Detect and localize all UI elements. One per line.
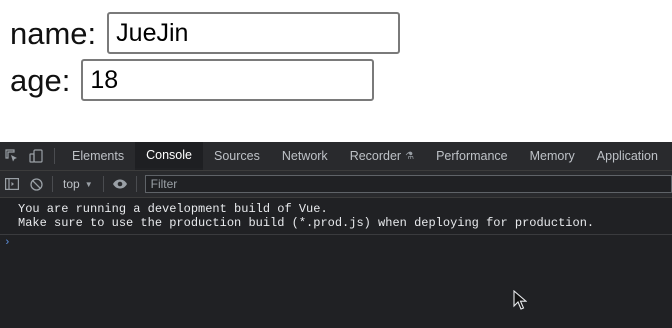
console-message-line: You are running a development build of V… xyxy=(18,202,328,216)
tab-performance[interactable]: Performance xyxy=(425,142,519,170)
flask-icon: ⚗ xyxy=(405,150,415,162)
tab-memory[interactable]: Memory xyxy=(519,142,586,170)
sidebar-toggle-icon[interactable] xyxy=(0,178,24,190)
tab-separator xyxy=(54,148,55,164)
console-output: You are running a development build of V… xyxy=(0,198,672,249)
age-input[interactable] xyxy=(81,59,375,101)
context-label: top xyxy=(63,177,80,191)
mouse-cursor-icon xyxy=(513,289,528,315)
console-prompt[interactable]: › xyxy=(0,235,672,249)
age-row: age: xyxy=(10,59,375,101)
console-message: You are running a development build of V… xyxy=(0,198,672,235)
toolbar-separator xyxy=(52,176,53,192)
tab-recorder-label: Recorder xyxy=(349,149,402,163)
caret-down-icon: ▼ xyxy=(84,179,93,189)
tab-recorder[interactable]: Recorder ⚗ xyxy=(339,142,425,170)
prompt-chevron-icon: › xyxy=(4,237,11,249)
tab-application[interactable]: Application xyxy=(586,142,669,170)
toolbar-separator xyxy=(102,176,104,192)
devtools-panel: Elements Console Sources Network Recorde… xyxy=(0,142,672,328)
context-selector[interactable]: top ▼ xyxy=(57,177,99,191)
devtools-tabbar: Elements Console Sources Network Recorde… xyxy=(0,142,672,171)
tab-network[interactable]: Network xyxy=(271,142,339,170)
console-filter-input[interactable] xyxy=(144,175,672,193)
device-toggle-icon[interactable] xyxy=(24,142,48,170)
tab-elements[interactable]: Elements xyxy=(61,142,135,170)
tab-console[interactable]: Console xyxy=(135,142,203,170)
name-row: name: xyxy=(10,12,401,54)
console-message-line: Make sure to use the production build (*… xyxy=(18,216,595,230)
tab-sources[interactable]: Sources xyxy=(203,142,271,170)
name-input[interactable] xyxy=(107,12,401,54)
console-toolbar: top ▼ xyxy=(0,171,672,198)
toolbar-separator xyxy=(135,176,137,192)
inspect-element-icon[interactable] xyxy=(0,142,24,170)
age-label: age: xyxy=(10,62,71,98)
eye-icon[interactable] xyxy=(108,179,132,189)
name-label: name: xyxy=(10,15,97,51)
clear-console-icon[interactable] xyxy=(24,177,48,191)
